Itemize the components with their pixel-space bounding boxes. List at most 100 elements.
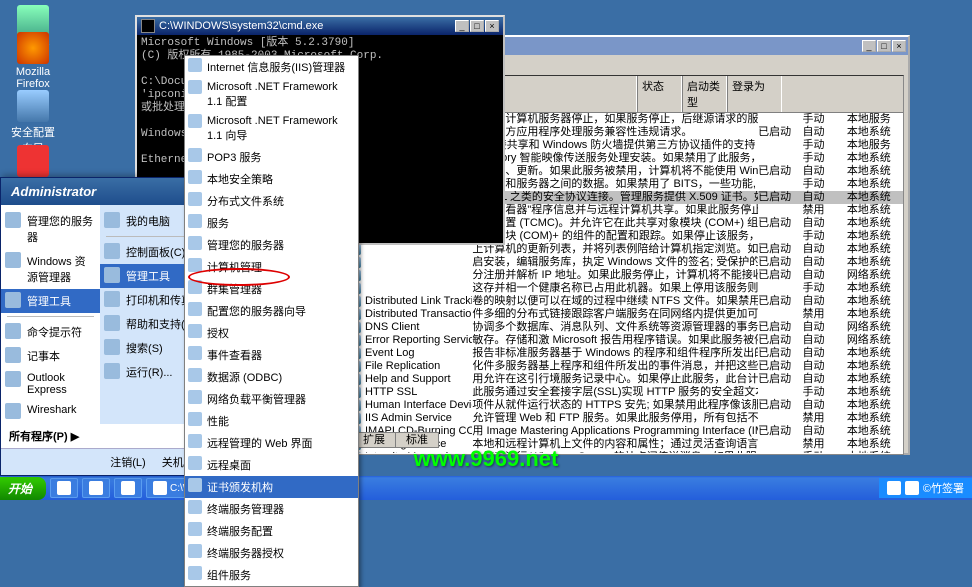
system-tray[interactable]: ©竹签署 bbox=[879, 478, 972, 498]
svc-name: Human Interface Device Access bbox=[349, 399, 472, 412]
service-row[interactable]: IIS Admin Service允许管理 Web 和 FTP 服务。如果此服务… bbox=[347, 412, 903, 425]
start-item[interactable]: 管理工具 bbox=[1, 289, 100, 313]
start-menu[interactable]: Administrator 管理您的服务器Windows 资源管理器管理工具命令… bbox=[0, 177, 210, 476]
start-item[interactable]: Windows 资源管理器 bbox=[1, 249, 100, 289]
menu-icon bbox=[188, 58, 202, 72]
start-item[interactable]: Outlook Express bbox=[1, 368, 100, 400]
admin-tools-menu[interactable]: Internet 信息服务(IIS)管理器Microsoft .NET Fram… bbox=[184, 55, 359, 587]
svc-desc: 各户端和服务器之间的数据。如果禁用了 BITS，一些功能, 如 Windows … bbox=[472, 178, 758, 191]
taskbar-item[interactable] bbox=[50, 478, 78, 498]
min-button[interactable]: _ bbox=[455, 20, 469, 32]
tray-icon[interactable] bbox=[905, 481, 919, 495]
admin-menu-item[interactable]: 数据源 (ODBC) bbox=[185, 366, 358, 388]
services-tabs[interactable]: 扩展标准 bbox=[352, 431, 438, 447]
admin-menu-item[interactable]: 终端服务管理器 bbox=[185, 498, 358, 520]
svc-start: 自动 bbox=[802, 243, 846, 256]
col-start[interactable]: 启动类型 bbox=[682, 76, 727, 112]
svc-start: 手动 bbox=[802, 230, 846, 243]
admin-menu-item[interactable]: 计算机管理 bbox=[185, 256, 358, 278]
desktop-icon-firefox[interactable]: Mozilla Firefox bbox=[8, 32, 58, 90]
service-row[interactable]: Distributed Link Tracking Server卷的映射以便可以… bbox=[347, 295, 903, 308]
svc-logon: 本地系统 bbox=[847, 178, 901, 191]
svc-desc: 此服务通过安全套接字层(SSL)实现 HTTP 服务的安全超文本传送协议(HTT… bbox=[472, 386, 758, 399]
start-item[interactable]: Wireshark bbox=[1, 400, 100, 420]
svc-desc: 对象模块 (COM)+ 的组件的配置和跟踪。如果停止该服务，则大多数基于 COM… bbox=[472, 230, 758, 243]
svc-logon: 本地系统 bbox=[847, 373, 901, 386]
service-row[interactable]: Human Interface Device Access项件从就件运行状态的 … bbox=[347, 399, 903, 412]
svc-status bbox=[758, 152, 802, 165]
start-item[interactable]: 管理您的服务器 bbox=[1, 209, 100, 249]
service-row[interactable]: 分注册并解析 IP 地址。如果此服务停止，计算机将不能接收动态 IP 地址和 D… bbox=[347, 269, 903, 282]
max-button[interactable]: □ bbox=[877, 40, 891, 52]
svc-logon: 本地系统 bbox=[847, 425, 901, 438]
admin-menu-item[interactable]: 网络负载平衡管理器 bbox=[185, 388, 358, 410]
svc-desc: 件多细的分布式链接跟踪客户端服务在同网络内提供更加可靠性和高效的跟踪 bbox=[472, 308, 758, 321]
admin-menu-item[interactable]: 性能 bbox=[185, 410, 358, 432]
start-item-icon bbox=[5, 371, 21, 387]
svc-start: 自动 bbox=[802, 399, 846, 412]
start-item[interactable]: 命令提示符 bbox=[1, 320, 100, 344]
min-button[interactable]: _ bbox=[862, 40, 876, 52]
admin-menu-item[interactable]: Microsoft .NET Framework 1.1 向导 bbox=[185, 112, 358, 146]
start-button[interactable]: 开始 bbox=[0, 477, 46, 500]
admin-menu-item[interactable]: 服务 bbox=[185, 212, 358, 234]
svc-start: 自动 bbox=[802, 334, 846, 347]
svc-desc: 卷的映射以便可以在域的过程中继续 NTFS 文件。如果禁用此服务，则即使 DNS… bbox=[472, 295, 758, 308]
close-button[interactable]: × bbox=[485, 20, 499, 32]
svc-start: 自动 bbox=[802, 425, 846, 438]
admin-menu-item[interactable]: 事件查看器 bbox=[185, 344, 358, 366]
service-row[interactable]: File Replication化件多服务器基上程序和组件所发出的事件消息，并把… bbox=[347, 360, 903, 373]
svc-start: 自动 bbox=[802, 217, 846, 230]
service-row[interactable]: Distributed Transaction Coordinator件多细的分… bbox=[347, 308, 903, 321]
admin-menu-item[interactable]: 配置您的服务器向导 bbox=[185, 300, 358, 322]
taskbar[interactable]: 开始 C:\WINDOWS\system32... ©竹签署 bbox=[0, 476, 972, 500]
admin-menu-item[interactable]: 授权 bbox=[185, 322, 358, 344]
svc-status: 已启动 bbox=[758, 334, 802, 347]
admin-menu-item[interactable]: 本地安全策略 bbox=[185, 168, 358, 190]
admin-menu-item[interactable]: 群集管理器 bbox=[185, 278, 358, 300]
svc-start: 手动 bbox=[802, 451, 846, 453]
svc-logon: 本地系统 bbox=[847, 152, 901, 165]
svc-status bbox=[758, 386, 802, 399]
service-row[interactable]: Error Reporting Service敏存。存储和激 Microsoft… bbox=[347, 334, 903, 347]
admin-menu-item[interactable]: 组件服务 bbox=[185, 564, 358, 586]
service-row[interactable]: Event Log报告非标准服务器基于 Windows 的程序和组件程序所发出的… bbox=[347, 347, 903, 360]
taskbar-item[interactable] bbox=[114, 478, 142, 498]
svc-logon: 本地系统 bbox=[847, 412, 901, 425]
admin-menu-item[interactable]: Internet 信息服务(IIS)管理器 bbox=[185, 56, 358, 78]
admin-menu-item[interactable]: 管理您的服务器 bbox=[185, 234, 358, 256]
svc-status bbox=[758, 282, 802, 295]
admin-menu-item[interactable]: 证书颁发机构 bbox=[185, 476, 358, 498]
admin-menu-item[interactable]: 分布式文件系统 bbox=[185, 190, 358, 212]
close-button[interactable]: × bbox=[892, 40, 906, 52]
svc-logon: 网络系统 bbox=[847, 269, 901, 282]
start-header: Administrator bbox=[1, 178, 209, 205]
start-item[interactable]: 记事本 bbox=[1, 344, 100, 368]
admin-menu-item[interactable]: Microsoft .NET Framework 1.1 配置 bbox=[185, 78, 358, 112]
cmd-titlebar[interactable]: C:\WINDOWS\system32\cmd.exe _□× bbox=[137, 17, 503, 35]
admin-menu-item[interactable]: 远程管理的 Web 界面 bbox=[185, 432, 358, 454]
task-icon bbox=[89, 481, 103, 495]
service-row[interactable]: 这存并相一个健康名称已占用此机器。如果上停用该服务则丢失信息。如果已...手动本… bbox=[347, 282, 903, 295]
col-logon[interactable]: 登录为 bbox=[727, 76, 782, 112]
start-item-icon bbox=[104, 363, 120, 379]
svc-start: 禁用 bbox=[802, 438, 846, 451]
admin-menu-item[interactable]: POP3 服务 bbox=[185, 146, 358, 168]
svc-desc: 协调多个数据库、消息队列、文件系统等资源管理器的事务。如果停止此服务，则... bbox=[472, 321, 758, 334]
svc-logon: 本地服务 bbox=[847, 113, 901, 126]
logoff-button[interactable]: 注销(L) bbox=[106, 452, 149, 472]
service-row[interactable]: Help and Support用允许在这引行境服务记录中心。如果停止此服务，此… bbox=[347, 373, 903, 386]
taskbar-item[interactable] bbox=[82, 478, 110, 498]
col-status[interactable]: 状态 bbox=[637, 76, 682, 112]
tray-text: ©竹签署 bbox=[923, 480, 964, 496]
max-button[interactable]: □ bbox=[470, 20, 484, 32]
service-row[interactable]: DNS Client协调多个数据库、消息队列、文件系统等资源管理器的事务。如果停… bbox=[347, 321, 903, 334]
admin-menu-item[interactable]: 终端服务器授权 bbox=[185, 542, 358, 564]
svc-start: 手动 bbox=[802, 178, 846, 191]
svc-name: Distributed Link Tracking Server bbox=[349, 295, 472, 308]
all-programs[interactable]: 所有程序(P) ▶ bbox=[1, 424, 209, 448]
tray-icon[interactable] bbox=[887, 481, 901, 495]
service-row[interactable]: HTTP SSL此服务通过安全套接字层(SSL)实现 HTTP 服务的安全超文本… bbox=[347, 386, 903, 399]
admin-menu-item[interactable]: 终端服务配置 bbox=[185, 520, 358, 542]
admin-menu-item[interactable]: 远程桌面 bbox=[185, 454, 358, 476]
